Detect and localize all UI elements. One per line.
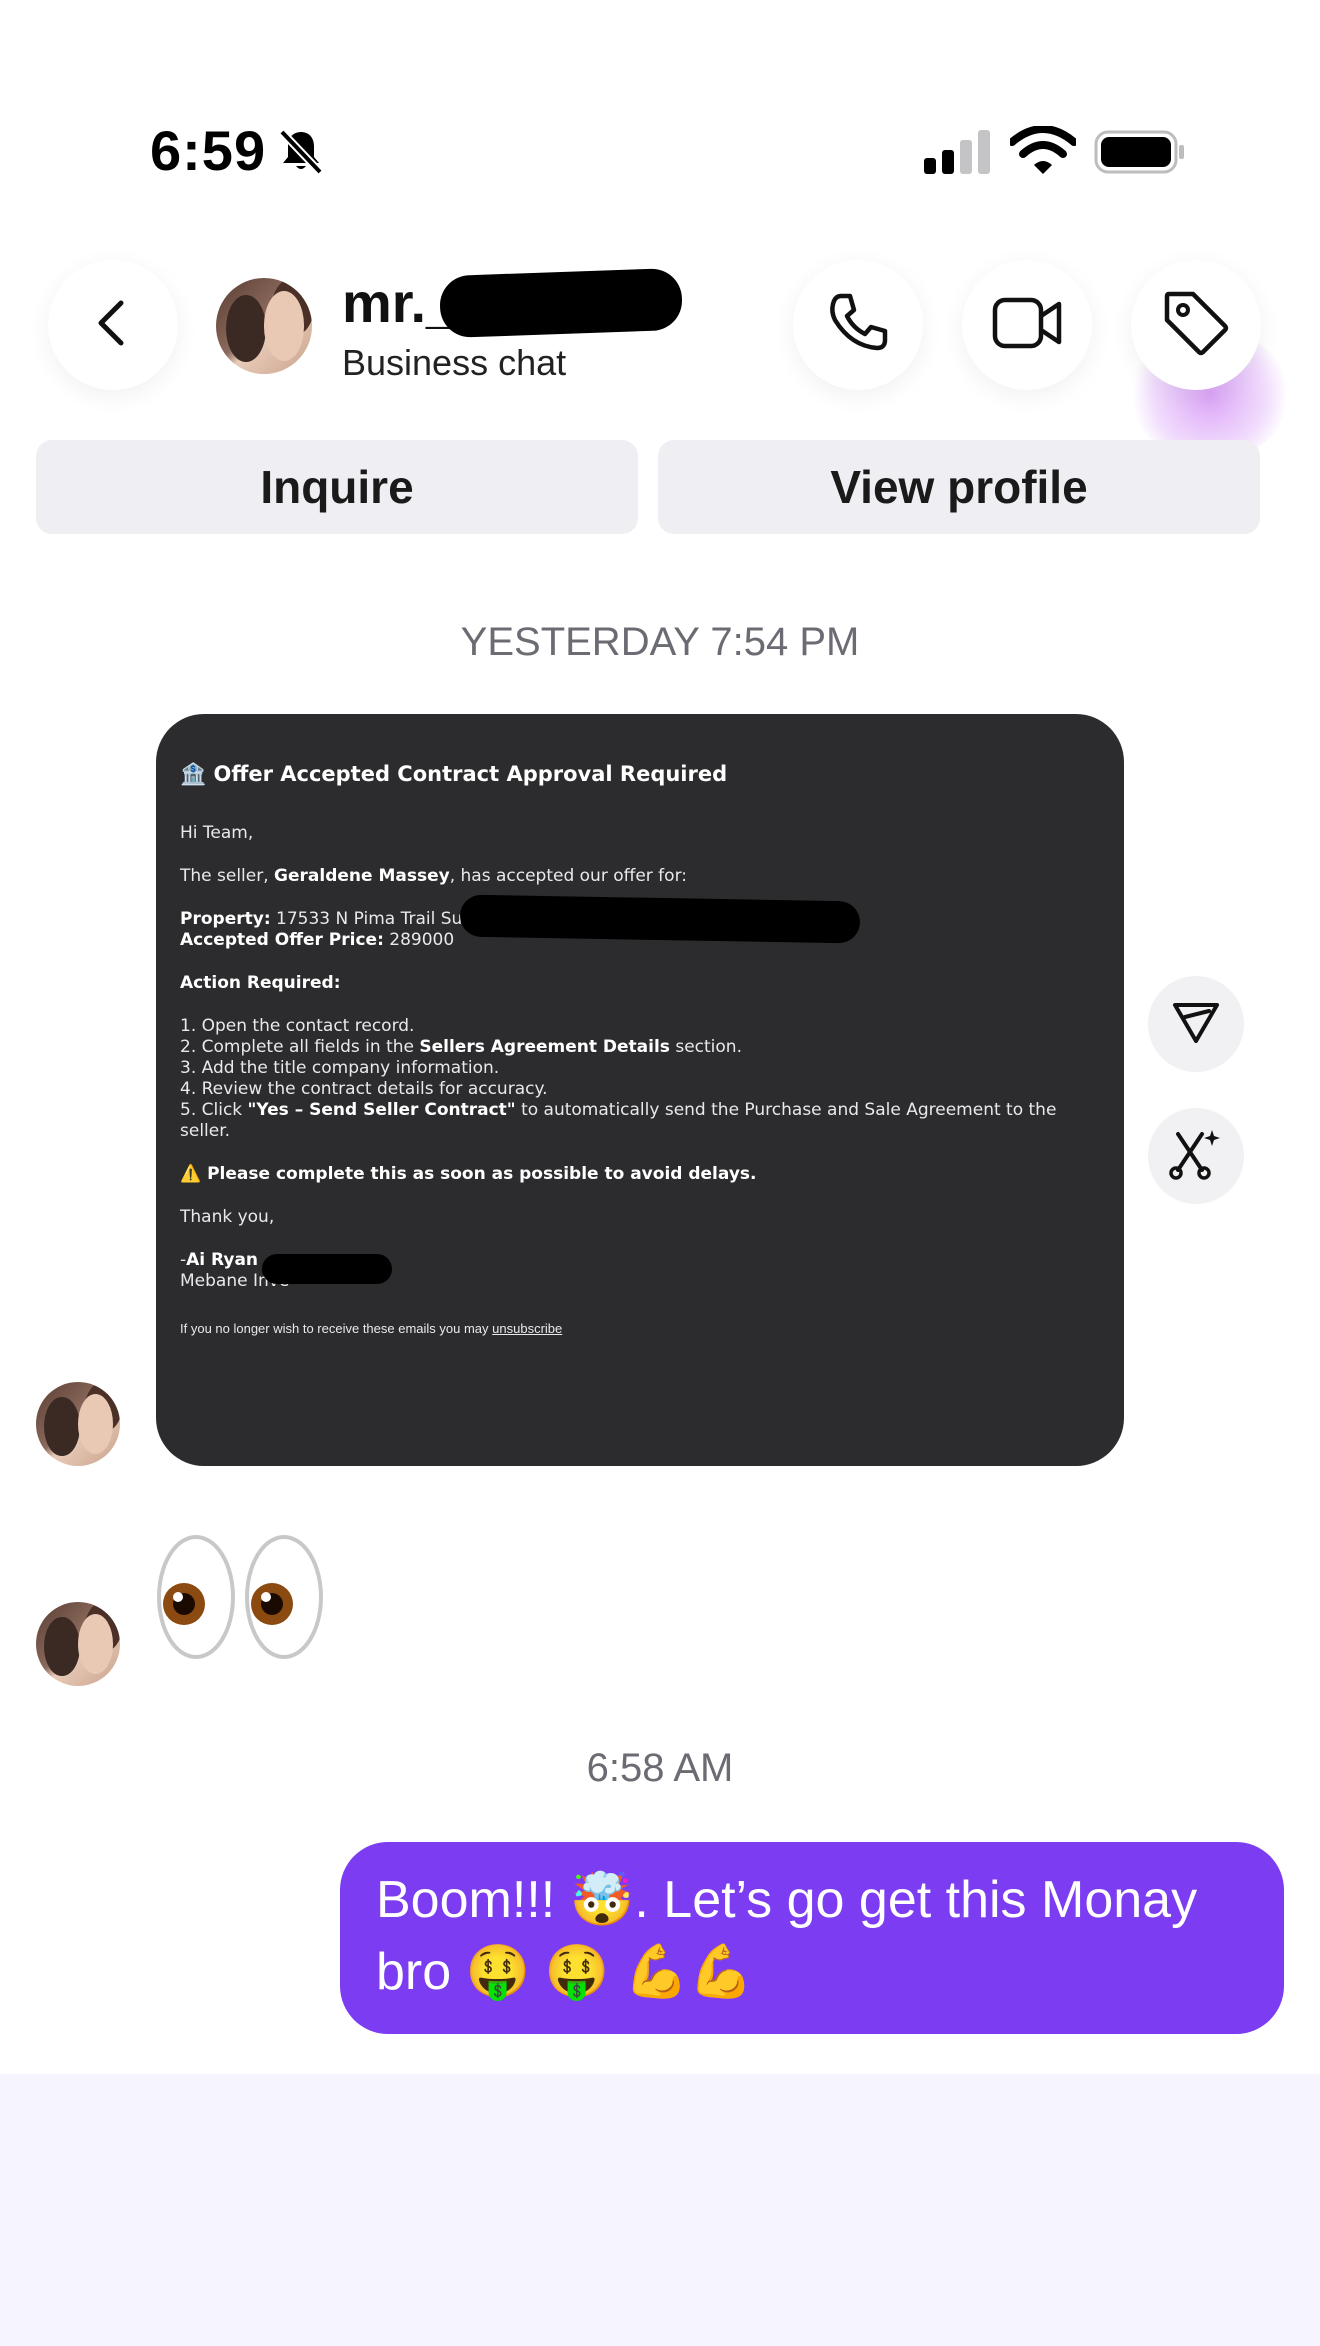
video-call-button[interactable] (962, 260, 1092, 390)
redaction-mark (459, 894, 861, 944)
cellular-signal-icon (924, 128, 992, 174)
inquire-button[interactable]: Inquire (36, 440, 638, 534)
wifi-icon (1008, 125, 1078, 176)
share-button[interactable] (1148, 976, 1244, 1072)
back-button[interactable] (48, 260, 178, 390)
redaction-mark (438, 267, 684, 339)
bell-slash-icon (276, 126, 326, 176)
sender-avatar[interactable] (36, 1602, 120, 1686)
email-unsubscribe-line: If you no longer wish to receive these e… (180, 1321, 563, 1336)
eyes-emoji-message[interactable] (156, 1532, 326, 1662)
contact-avatar[interactable] (216, 278, 312, 374)
email-step: 5. Click "Yes – Send Seller Contract" to… (180, 1100, 1057, 1141)
email-action-heading: Action Required: (180, 973, 341, 993)
view-profile-button[interactable]: View profile (658, 440, 1260, 534)
sent-message-bubble[interactable]: Boom!!! 🤯. Let’s go get this Monay bro 🤑… (340, 1842, 1284, 2034)
tag-button[interactable] (1131, 260, 1261, 390)
battery-icon (1094, 130, 1186, 174)
email-step: 2. Complete all fields in the Sellers Ag… (180, 1037, 742, 1057)
email-title: 🏦 Offer Accepted Contract Approval Requi… (180, 762, 728, 786)
call-button[interactable] (793, 260, 923, 390)
share-icon (1169, 995, 1223, 1054)
email-seller-line: The seller, Geraldene Massey, has accept… (180, 866, 687, 886)
redaction-mark (262, 1254, 392, 1284)
tag-icon (1159, 286, 1233, 365)
status-time: 6:59 (150, 119, 267, 182)
email-screenshot-message[interactable]: 🏦 Offer Accepted Contract Approval Requi… (156, 714, 1124, 1466)
email-greeting: Hi Team, (180, 823, 254, 843)
timestamp: 6:58 AM (586, 1746, 734, 1790)
email-warning: ⚠️ Please complete this as soon as possi… (180, 1164, 757, 1184)
ai-edit-button[interactable] (1148, 1108, 1244, 1204)
email-step: 3. Add the title company information. (180, 1058, 500, 1078)
warning-icon: ⚠️ (180, 1164, 202, 1184)
video-camera-icon (989, 288, 1065, 363)
ai-sparkle-icon (1168, 1126, 1224, 1187)
timestamp: YESTERDAY 7:54 PM (460, 620, 860, 664)
back-arrow-icon (83, 293, 143, 358)
sender-avatar[interactable] (36, 1382, 120, 1466)
unsubscribe-link: unsubscribe (492, 1321, 563, 1336)
chat-footer-area (0, 2074, 1320, 2346)
email-thanks: Thank you, (180, 1207, 275, 1227)
phone-icon (823, 288, 893, 363)
email-step: 4. Review the contract details for accur… (180, 1079, 548, 1099)
email-step: 1. Open the contact record. (180, 1016, 415, 1036)
contact-subtitle: Business chat (342, 342, 567, 383)
